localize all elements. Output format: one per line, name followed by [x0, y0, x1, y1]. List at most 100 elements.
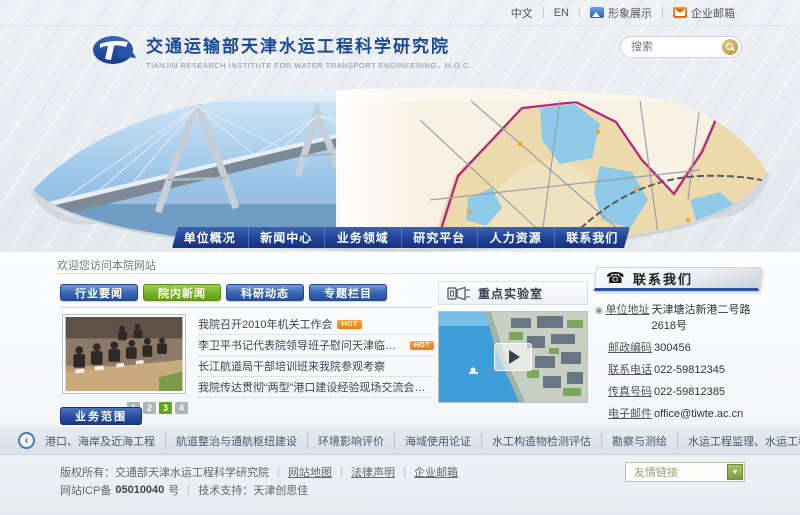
- nav-label: 人力资源: [490, 229, 542, 246]
- news-link[interactable]: 我院传达贯彻“两型”港口建设经验现场交流会议精神: [198, 379, 434, 395]
- nav-item-hr[interactable]: 人力资源: [477, 227, 554, 248]
- contact-panel: ☎ 联系我们 ◉ 单位地址天津塘沽新港二号路2618号 邮政编码300456 联…: [595, 267, 760, 429]
- chevron-down-icon[interactable]: ▼: [727, 464, 743, 480]
- business-item[interactable]: 环境影响评价: [307, 433, 394, 449]
- search-box: [620, 36, 742, 58]
- news-link[interactable]: 李卫平书记代表院领导班子慰问天津临港工业区工地员工: [198, 337, 405, 353]
- contact-row-address: ◉ 单位地址天津塘沽新港二号路2618号: [595, 303, 760, 335]
- lang-zh-link[interactable]: 中文: [501, 5, 543, 21]
- news-list: 我院召开2010年机关工作会 HOT 李卫平书记代表院领导班子慰问天津临港工业区…: [198, 314, 434, 398]
- nav-item-research[interactable]: 研究平台: [401, 227, 478, 248]
- business-scope-band: ‹ 港口、海岸及近海工程 航道整治与通航枢纽建设 环境影响评价 海域使用论证 水…: [0, 426, 800, 455]
- news-carousel: 1 2 3 4: [62, 314, 188, 414]
- business-item[interactable]: 港口、海岸及近海工程: [35, 433, 165, 449]
- enterprise-mail-label: 企业邮箱: [691, 5, 735, 21]
- business-item[interactable]: 勘察与测绘: [601, 433, 677, 449]
- contact-header: ☎ 联系我们: [594, 267, 762, 291]
- legal-link[interactable]: 法律声明: [351, 464, 395, 480]
- mailbox-link[interactable]: 企业邮箱: [414, 464, 458, 480]
- news-link[interactable]: 我院召开2010年机关工作会: [198, 316, 332, 332]
- business-scope-button[interactable]: 业务范围: [60, 407, 142, 425]
- spacer: [595, 407, 608, 423]
- icp-number: 05010040: [115, 484, 164, 496]
- nav-item-about[interactable]: 单位概况: [172, 227, 248, 248]
- spacer: [595, 341, 608, 357]
- tab-industry-news[interactable]: 行业要闻: [60, 284, 138, 301]
- contact-title: 联系我们: [633, 269, 693, 288]
- contact-value[interactable]: office@tiwte.ac.cn: [654, 407, 743, 423]
- icp-suffix: 号: [168, 482, 179, 498]
- divider: [341, 467, 342, 477]
- search-input[interactable]: [631, 41, 722, 53]
- homepage: 中文 EN 形象展示 企业邮箱 交通运输部天津水运工程科学研究院 T: [0, 0, 800, 515]
- footer-line-2: 网站ICP备 05010040 号 技术支持：天津创思佳: [60, 482, 308, 498]
- footer-line-1: 版权所有：交通部天津水运工程科学研究院 网站地图 法律声明 企业邮箱: [60, 464, 458, 480]
- utility-bar: 中文 EN 形象展示 企业邮箱: [0, 0, 800, 26]
- contact-label: 电子邮件: [608, 407, 652, 423]
- page-3-button[interactable]: 3: [159, 402, 172, 414]
- key-lab-title: 重点实验室: [478, 285, 543, 302]
- key-lab-header: 重点实验室: [438, 281, 588, 305]
- main-nav: 单位概况 新闻中心 业务领域 研究平台 人力资源 联系我们: [172, 227, 630, 248]
- tab-institute-news[interactable]: 院内新闻: [143, 284, 221, 301]
- business-item[interactable]: 水运工程监理、水运工程环境保护监理: [677, 433, 800, 449]
- radio-bullet-icon: ◉: [595, 303, 605, 335]
- site-brand: 交通运输部天津水运工程科学研究院 TIANJIN RESEARCH INSTIT…: [146, 32, 471, 71]
- nav-item-contact[interactable]: 联系我们: [554, 227, 631, 248]
- news-tabs: 行业要闻 院内新闻 科研动态 专题栏目: [60, 284, 387, 301]
- nav-item-news[interactable]: 新闻中心: [248, 227, 325, 248]
- lab-video: [438, 311, 588, 403]
- photo-icon: [590, 7, 604, 18]
- image-show-link[interactable]: 形象展示: [580, 5, 662, 21]
- news-item: 我院召开2010年机关工作会 HOT: [198, 314, 434, 335]
- news-item: 长江航道局干部培训班来我院参观考察: [198, 356, 434, 377]
- lang-zh-label: 中文: [511, 5, 533, 21]
- tab-label: 院内新闻: [158, 285, 206, 301]
- contact-row-phone: 联系电话022-59812345: [595, 363, 760, 379]
- page-2-button[interactable]: 2: [143, 402, 156, 414]
- contact-value: 022-59812385: [654, 385, 725, 401]
- scroll-left-icon[interactable]: ‹: [18, 432, 35, 449]
- spacer: [595, 385, 608, 401]
- tab-research-news[interactable]: 科研动态: [226, 284, 304, 301]
- play-button[interactable]: [494, 343, 532, 371]
- contact-label: 联系电话: [608, 363, 652, 379]
- enterprise-mail-link[interactable]: 企业邮箱: [663, 5, 745, 21]
- divider: [404, 467, 405, 477]
- business-item[interactable]: 水工构造物检测评估: [481, 433, 601, 449]
- banner-collage: [0, 80, 800, 252]
- page-number: 2: [147, 403, 152, 413]
- institute-logo: [92, 32, 138, 68]
- contact-value: 天津塘沽新港二号路2618号: [651, 303, 760, 335]
- meeting-photo[interactable]: [62, 314, 186, 394]
- friend-links-select[interactable]: 友情链接 ▼: [625, 462, 745, 482]
- nav-item-business[interactable]: 业务领域: [324, 227, 401, 248]
- lang-en-label: EN: [554, 7, 569, 19]
- contact-value: 022-59812345: [654, 363, 725, 379]
- lang-en-link[interactable]: EN: [544, 7, 579, 19]
- sitemap-link[interactable]: 网站地图: [288, 464, 332, 480]
- search-icon[interactable]: [722, 39, 738, 55]
- tab-special-topics[interactable]: 专题栏目: [309, 284, 387, 301]
- contact-label: 邮政编码: [608, 341, 652, 357]
- video-camera-icon: [447, 286, 471, 301]
- page-4-button[interactable]: 4: [175, 402, 188, 414]
- mail-icon: [673, 7, 687, 18]
- contact-label: 单位地址: [605, 303, 649, 335]
- business-item[interactable]: 海域使用论证: [394, 433, 481, 449]
- contact-label: 传真号码: [608, 385, 652, 401]
- business-item[interactable]: 航道整治与通航枢纽建设: [165, 433, 307, 449]
- tab-label: 行业要闻: [75, 285, 123, 301]
- contact-value: 300456: [654, 341, 691, 357]
- welcome-text: 欢迎您访问本院网站: [57, 257, 156, 273]
- key-lab-section: 重点实验室: [438, 281, 588, 403]
- news-link[interactable]: 长江航道局干部培训班来我院参观考察: [198, 358, 385, 374]
- tab-label: 专题栏目: [324, 285, 372, 301]
- site-subtitle: TIANJIN RESEARCH INSTITUTE FOR WATER TRA…: [146, 60, 471, 71]
- divider: [188, 485, 189, 495]
- business-items: 港口、海岸及近海工程 航道整治与通航枢纽建设 环境影响评价 海域使用论证 水工构…: [35, 433, 800, 449]
- business-scope-label: 业务范围: [75, 408, 127, 424]
- news-item: 李卫平书记代表院领导班子慰问天津临港工业区工地员工 HOT: [198, 335, 434, 356]
- spacer: [595, 363, 608, 379]
- hot-badge: HOT: [410, 341, 434, 350]
